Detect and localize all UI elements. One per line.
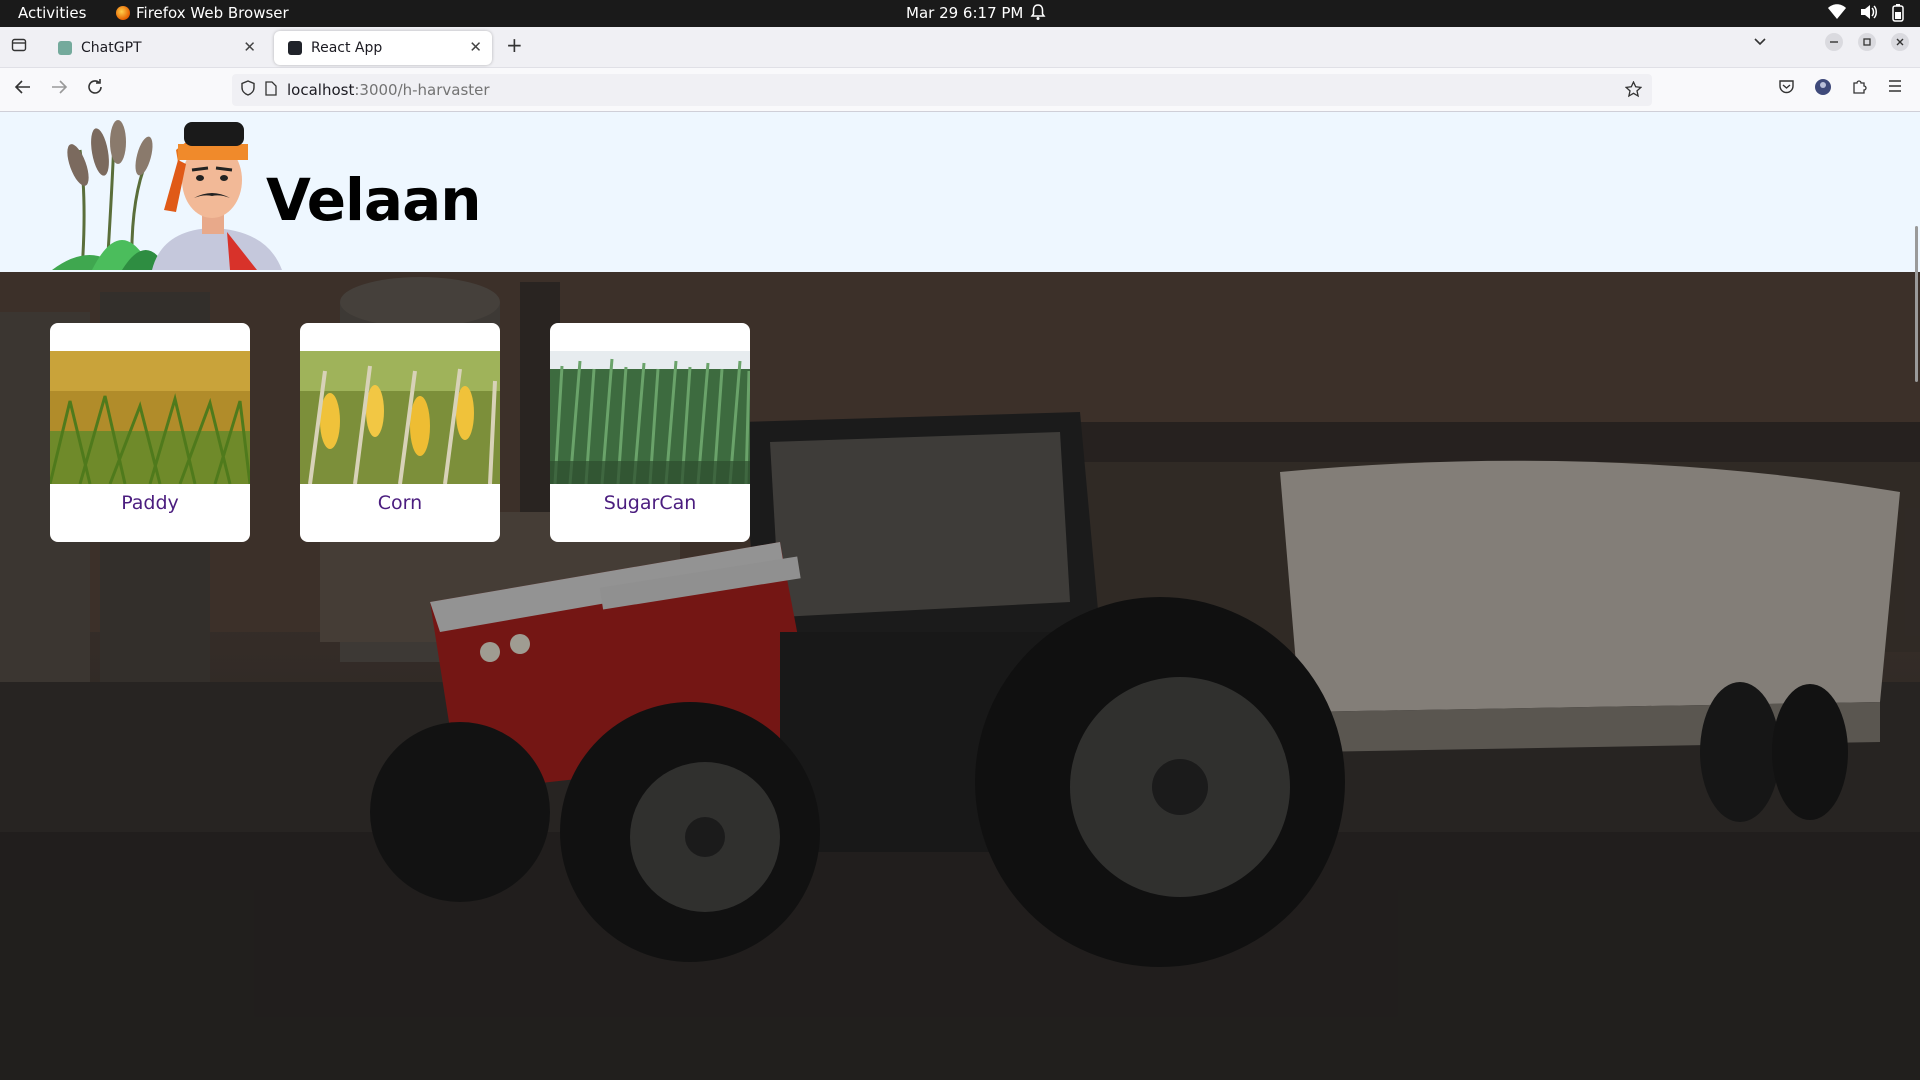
paddy-field-image [50, 351, 250, 484]
hero-background: Paddy Corn SugarCan [0, 272, 1920, 1080]
close-tab-icon[interactable]: ✕ [243, 38, 256, 56]
page-viewport: Velaan Paddy Corn SugarCan [0, 112, 1920, 1080]
app-name: Firefox Web Browser [136, 4, 289, 22]
tab-label: ChatGPT [81, 40, 142, 56]
clock[interactable]: Mar 29 6:17 PM [906, 4, 1023, 22]
tab-strip: ChatGPT ✕ React App ✕ + [0, 27, 1920, 68]
crop-card-sugarcane[interactable]: SugarCan [550, 323, 750, 542]
site-header: Velaan [0, 112, 1920, 272]
app-menu[interactable]: Firefox Web Browser [116, 4, 289, 22]
crop-card-label: Corn [377, 492, 423, 514]
forward-arrow-icon[interactable] [50, 78, 68, 101]
tab-chatgpt[interactable]: ChatGPT ✕ [44, 31, 266, 65]
crop-card-label: Paddy [121, 492, 179, 514]
brand-title[interactable]: Velaan [266, 166, 482, 234]
bookmark-star-icon[interactable] [1624, 80, 1643, 102]
reload-icon[interactable] [86, 78, 104, 101]
back-arrow-icon[interactable] [14, 78, 32, 101]
url-path: :3000/h-harvaster [354, 81, 490, 99]
close-tab-icon[interactable]: ✕ [469, 38, 482, 56]
battery-icon [1892, 4, 1904, 22]
restore-window-icon[interactable] [1858, 33, 1876, 55]
account-avatar-icon[interactable] [1814, 78, 1832, 101]
volume-icon [1861, 5, 1877, 19]
url-bar[interactable]: localhost:3000/h-harvaster [232, 74, 1652, 106]
corn-field-image [300, 351, 500, 484]
crop-card-list: Paddy Corn SugarCan [50, 323, 750, 542]
firefox-view-icon[interactable] [11, 37, 27, 57]
page-scrollbar[interactable] [1915, 226, 1918, 382]
minimize-window-icon[interactable] [1825, 33, 1843, 55]
firefox-icon [116, 6, 130, 20]
tab-react-app[interactable]: React App ✕ [274, 31, 492, 65]
crop-card-label: SugarCan [603, 492, 697, 514]
notification-bell-icon[interactable] [1030, 3, 1046, 25]
wifi-icon [1828, 4, 1846, 19]
hamburger-menu-icon[interactable] [1887, 78, 1903, 99]
close-window-icon[interactable] [1891, 33, 1909, 55]
shield-icon[interactable] [241, 80, 255, 100]
system-top-bar: Activities Firefox Web Browser Mar 29 6:… [0, 0, 1920, 27]
system-tray[interactable] [1828, 4, 1904, 22]
react-favicon-icon [288, 41, 302, 55]
new-tab-plus-icon[interactable]: + [506, 33, 523, 57]
list-all-tabs-chevron-down-icon[interactable] [1752, 33, 1768, 53]
page-info-icon[interactable] [265, 80, 277, 100]
crop-card-corn[interactable]: Corn [300, 323, 500, 542]
navigation-toolbar: localhost:3000/h-harvaster [0, 68, 1920, 112]
activities-button[interactable]: Activities [18, 4, 86, 22]
chatgpt-favicon-icon [58, 41, 72, 55]
tab-label: React App [311, 40, 383, 56]
extensions-puzzle-icon[interactable] [1851, 78, 1868, 100]
sugarcane-field-image [550, 351, 750, 484]
crop-card-paddy[interactable]: Paddy [50, 323, 250, 542]
pocket-icon[interactable] [1778, 78, 1795, 100]
url-host: localhost [287, 81, 355, 99]
